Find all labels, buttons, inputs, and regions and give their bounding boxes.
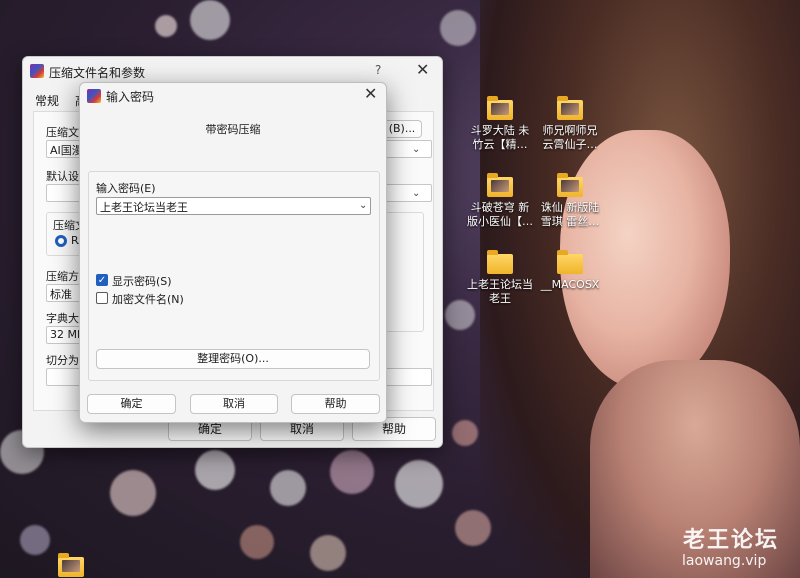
desktop-icon-label: 师兄啊师兄 云霄仙子… — [542, 124, 598, 151]
ok-button-label: 确定 — [120, 397, 143, 410]
organize-passwords-button[interactable]: 整理密码(O)... — [96, 349, 370, 369]
winrar-icon — [30, 64, 44, 78]
desktop-folder-icon[interactable]: 上老王论坛当 老王 — [465, 250, 535, 306]
browse-button-label: (B)... — [388, 122, 416, 135]
bokeh-light — [330, 450, 374, 494]
bokeh-light — [395, 460, 443, 508]
bokeh-light — [155, 15, 177, 37]
show-password-label: 显示密码(S) — [112, 275, 172, 288]
browse-button[interactable]: (B)... — [382, 120, 422, 138]
encrypt-filenames-label: 加密文件名(N) — [112, 293, 184, 306]
dialog-title: 压缩文件名和参数 — [49, 66, 146, 80]
chevron-down-icon[interactable]: ⌄ — [412, 188, 420, 199]
bokeh-light — [20, 525, 50, 555]
ok-button-label: 确定 — [197, 422, 222, 436]
encrypt-filenames-checkbox[interactable] — [96, 292, 108, 304]
bokeh-light — [195, 450, 235, 490]
desktop-folder-icon[interactable] — [36, 553, 106, 578]
organize-passwords-label: 整理密码(O)... — [197, 352, 269, 365]
cancel-button-label: 取消 — [289, 422, 314, 436]
password-input[interactable]: 上老王论坛当老王 — [96, 197, 371, 215]
bokeh-light — [110, 470, 156, 516]
bokeh-light — [310, 535, 346, 571]
folder-icon — [557, 250, 583, 274]
password-value: 上老王论坛当老王 — [100, 201, 188, 214]
show-password-checkbox[interactable]: ✓ — [96, 274, 108, 286]
enter-password-dialog: 输入密码 ✕ 带密码压缩 输入密码(E) 上老王论坛当老王 ⌄ ✓ 显示密码(S… — [79, 82, 387, 423]
desktop-folder-icon[interactable]: 师兄啊师兄 云霄仙子… — [535, 96, 605, 152]
desktop-icon-label: __MACOSX — [540, 278, 600, 291]
ok-button[interactable]: 确定 — [87, 394, 176, 414]
watermark-url: laowang.vip — [682, 553, 767, 569]
desktop-folder-icon[interactable]: 诛仙 新版陆 雪琪 雷丝… — [535, 173, 605, 229]
help-icon[interactable]: ? — [375, 63, 381, 77]
help-button-label: 帮助 — [381, 422, 406, 436]
close-icon[interactable]: ✕ — [416, 60, 429, 79]
desktop-icon-label: 上老王论坛当 老王 — [467, 278, 533, 305]
desktop-icon-label: 斗罗大陆 未 竹云【精… — [470, 124, 530, 151]
folder-icon — [58, 553, 84, 577]
bokeh-light — [270, 470, 306, 506]
bokeh-light — [190, 0, 230, 40]
tab-general[interactable]: 常规 — [35, 92, 59, 109]
close-icon[interactable]: ✕ — [364, 84, 377, 103]
chevron-down-icon[interactable]: ⌄ — [412, 144, 420, 155]
desktop-icon-label: 诛仙 新版陆 雪琪 雷丝… — [540, 201, 600, 228]
dialog-title: 输入密码 — [106, 90, 155, 104]
desktop-folder-icon[interactable]: __MACOSX — [535, 250, 605, 292]
desktop-folder-icon[interactable]: 斗破苍穹 新 版小医仙【… — [465, 173, 535, 229]
cancel-button[interactable]: 取消 — [190, 394, 278, 414]
chevron-down-icon[interactable]: ⌄ — [359, 200, 367, 211]
archive-name-value: AI国漫 — [50, 144, 83, 157]
winrar-icon — [87, 89, 101, 103]
bokeh-light — [452, 420, 478, 446]
bokeh-light — [240, 525, 274, 559]
watermark-logo: 老王论坛 — [683, 528, 780, 553]
folder-icon — [487, 173, 513, 197]
help-button[interactable]: 帮助 — [291, 394, 380, 414]
rar-radio[interactable] — [55, 235, 67, 247]
folder-icon — [487, 96, 513, 120]
bokeh-light — [440, 10, 476, 46]
desktop-folder-icon[interactable]: 斗罗大陆 未 竹云【精… — [465, 96, 535, 152]
folder-icon — [487, 250, 513, 274]
compression-method-value: 标准 — [50, 288, 72, 301]
folder-icon — [557, 96, 583, 120]
dialog-heading: 带密码压缩 — [205, 123, 261, 136]
desktop-icon-label: 斗破苍穹 新 版小医仙【… — [467, 201, 533, 228]
folder-icon — [557, 173, 583, 197]
cancel-button-label: 取消 — [223, 397, 245, 410]
help-button-label: 帮助 — [324, 397, 347, 410]
password-label: 输入密码(E) — [96, 182, 156, 195]
